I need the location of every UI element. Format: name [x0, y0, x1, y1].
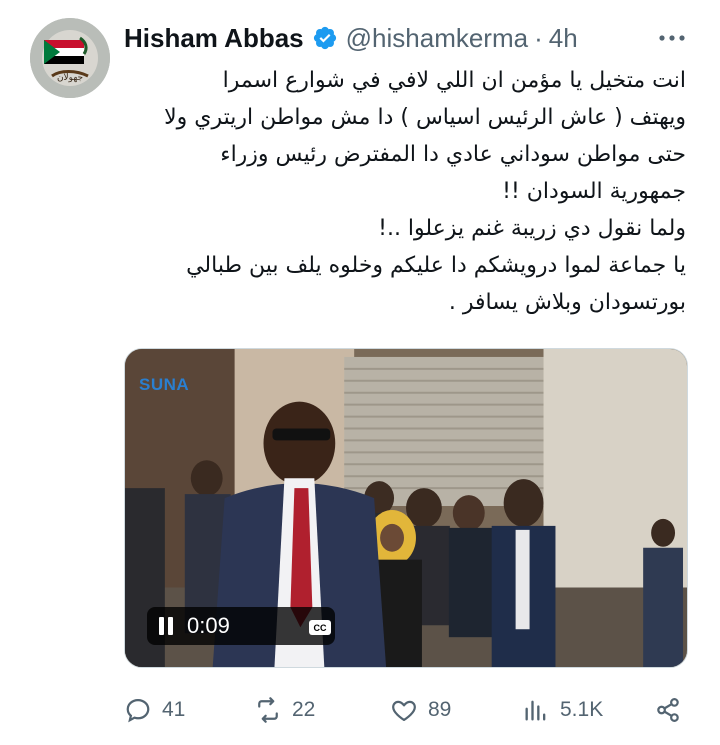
views-count: 5.1K: [560, 698, 604, 721]
tweet-text-line: ولما نقول دي زريبة غنم يزعلوا ..!: [378, 216, 686, 241]
verified-badge-icon: [313, 26, 336, 50]
tweet-text-line: حتى مواطن سوداني عادي دا المفترض رئيس وز…: [220, 142, 686, 167]
header-separator: ·: [534, 22, 543, 53]
tweet-text-line: انت متخيل يا مؤمن ان اللي لافي في شوارع …: [222, 68, 686, 93]
reply-button[interactable]: 41: [124, 690, 185, 730]
views-button[interactable]: 5.1K: [522, 690, 603, 730]
like-icon: [392, 700, 416, 722]
reply-icon: [126, 698, 150, 723]
views-icon: [525, 700, 546, 721]
share-button[interactable]: [654, 690, 682, 730]
like-button[interactable]: 89: [390, 690, 451, 730]
tweet-text-line: جمهورية السودان !!: [502, 179, 686, 204]
avatar[interactable]: جهولان: [30, 18, 110, 98]
video-controls: 0:09 CC: [147, 607, 335, 645]
action-bar: 41 22 89 5.1K: [124, 690, 688, 730]
share-icon: [657, 698, 679, 722]
pause-icon[interactable]: [159, 617, 173, 635]
tweet-text-line: ويهتف ( عاش الرئيس اسياس ) دا مش مواطن ا…: [164, 105, 686, 130]
more-icon[interactable]: [656, 28, 688, 48]
cc-label: CC: [313, 622, 327, 633]
timestamp[interactable]: 4h: [549, 23, 578, 54]
tweet-header: Hisham Abbas @hishamkerma · 4h: [124, 20, 700, 56]
author-name[interactable]: Hisham Abbas: [124, 23, 304, 54]
cc-icon[interactable]: CC: [309, 620, 331, 635]
tweet-text: انت متخيل يا مؤمن ان اللي لافي في شوارع …: [124, 62, 686, 321]
tweet-text-line: بورتسودان وبلاش يسافر .: [448, 290, 686, 315]
tweet-text-line: يا جماعة لموا درويشكم دا عليكم وخلوه يلف…: [186, 253, 686, 278]
video-watermark: SUNA: [139, 375, 190, 394]
video-player[interactable]: SUNA 0:09 CC: [124, 348, 688, 668]
author-handle[interactable]: @hishamkerma: [346, 23, 528, 54]
repost-icon: [258, 697, 278, 723]
avatar-image: جهولان: [30, 18, 110, 98]
video-duration: 0:09: [187, 613, 230, 638]
reply-count: 41: [162, 698, 186, 721]
svg-text:جهولان: جهولان: [57, 73, 83, 83]
repost-count: 22: [292, 698, 316, 721]
repost-button[interactable]: 22: [254, 690, 315, 730]
like-count: 89: [428, 698, 452, 721]
